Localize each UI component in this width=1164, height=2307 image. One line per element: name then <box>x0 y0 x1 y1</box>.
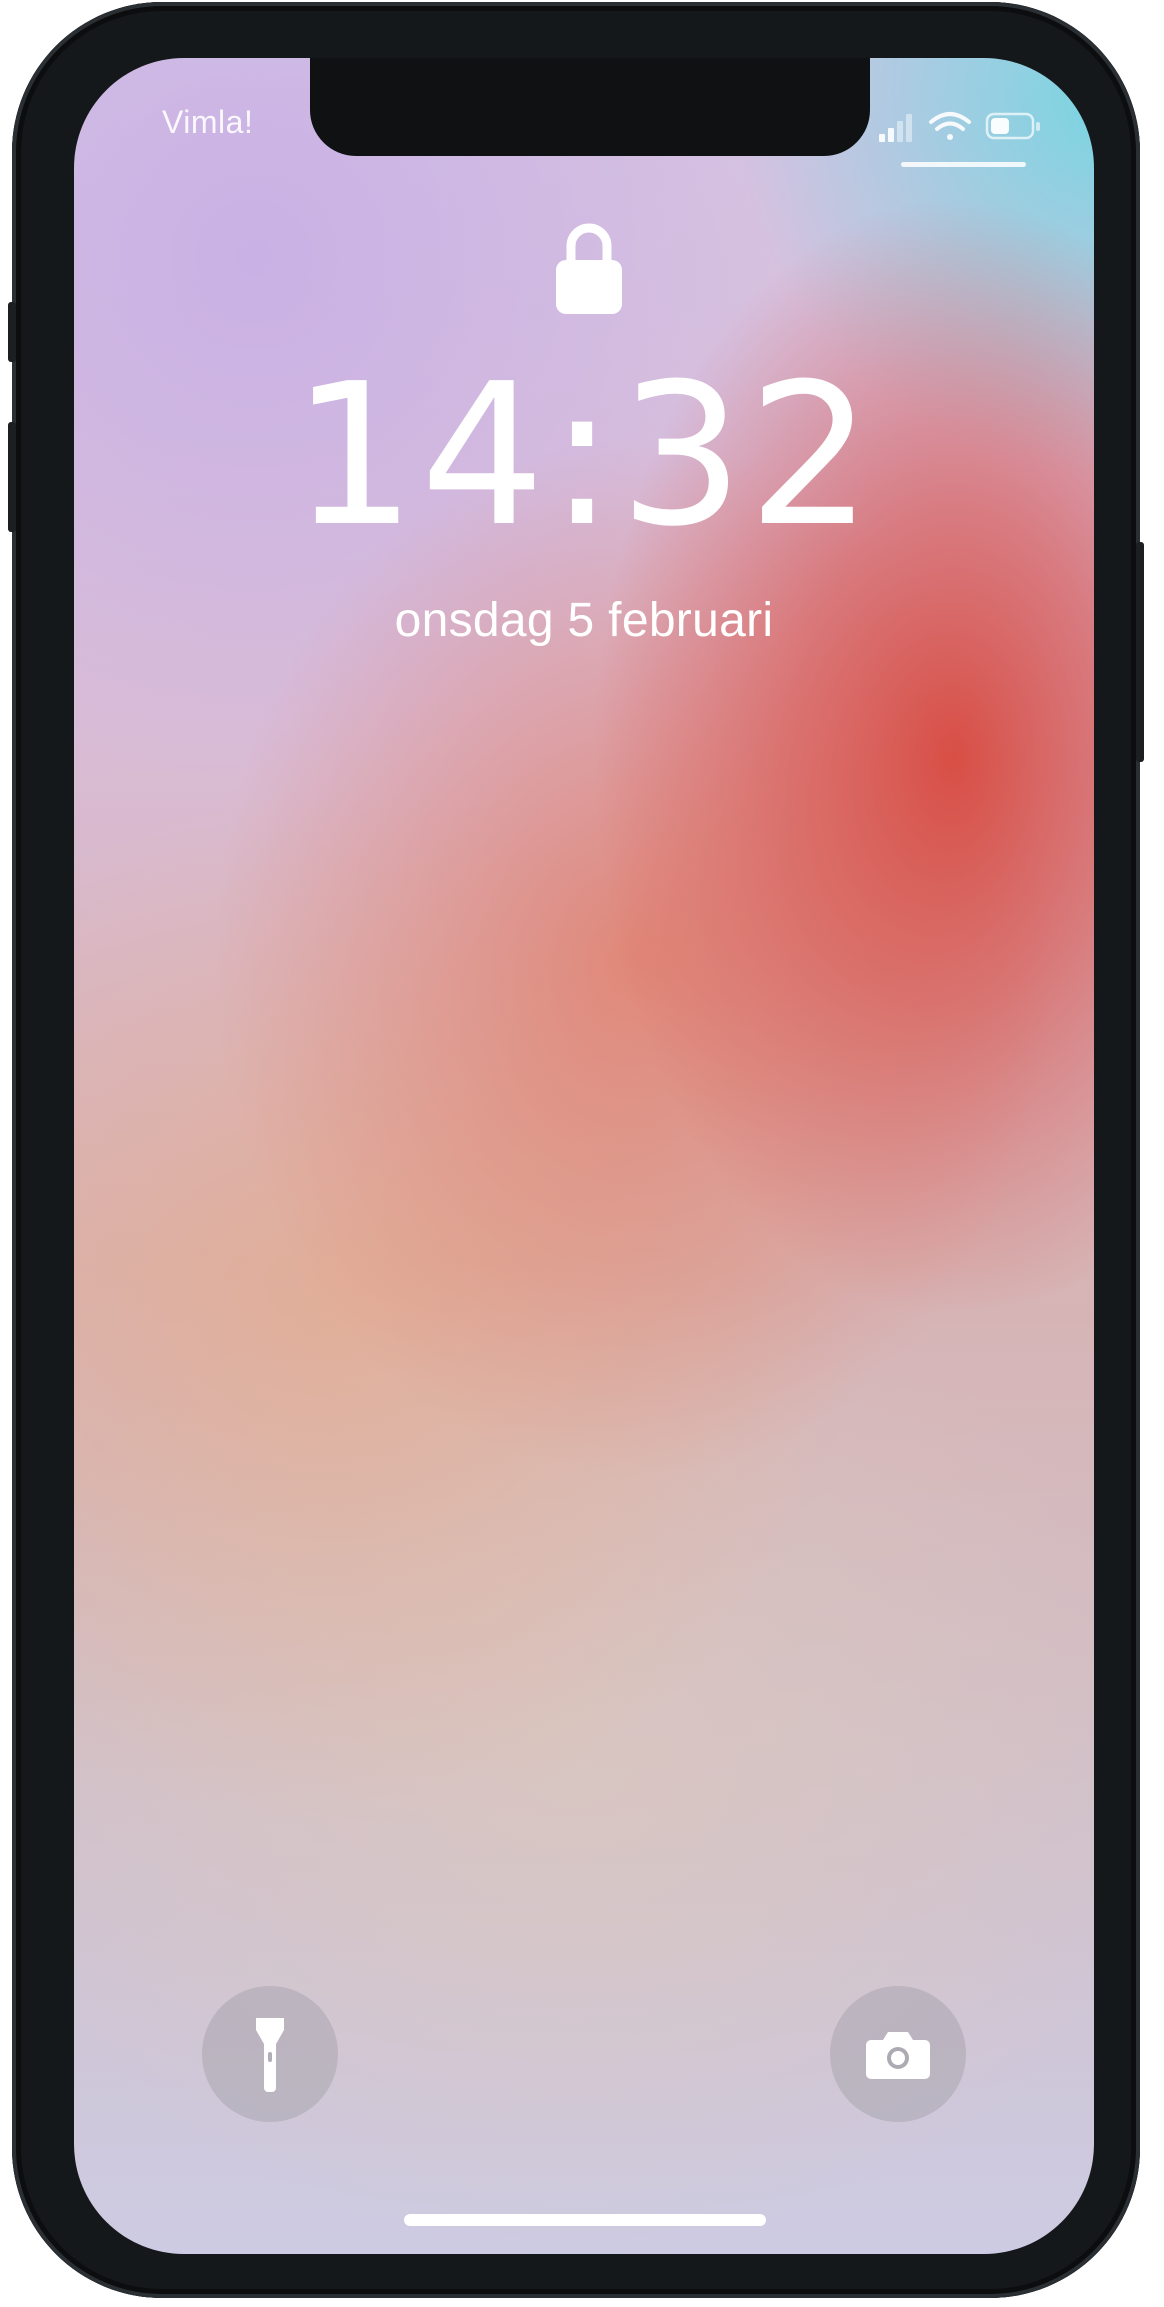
volume-up-button <box>8 302 16 362</box>
home-indicator[interactable] <box>404 2214 766 2226</box>
volume-down-button <box>8 422 16 532</box>
carrier-label: Vimla! <box>162 104 254 140</box>
status-icons <box>879 112 1040 142</box>
flashlight-icon <box>256 2018 284 2092</box>
battery-icon <box>985 112 1040 140</box>
phone-frame: Vimla! 14:32 onsdag 5 februari <box>8 2 1144 2298</box>
notch <box>310 58 870 156</box>
lock-screen-date: onsdag 5 februari <box>394 594 774 647</box>
wifi-icon <box>929 112 971 140</box>
power-button <box>1136 542 1144 762</box>
camera-icon <box>866 2032 930 2079</box>
lock-screen-time: 14:32 <box>291 342 877 570</box>
flashlight-button[interactable] <box>202 1986 338 2122</box>
lock-screen[interactable]: Vimla! 14:32 onsdag 5 februari <box>74 58 1094 2254</box>
cellular-signal-icon <box>879 114 912 142</box>
camera-button[interactable] <box>830 1986 966 2122</box>
lock-icon <box>556 223 622 314</box>
control-center-indicator[interactable] <box>901 162 1026 167</box>
